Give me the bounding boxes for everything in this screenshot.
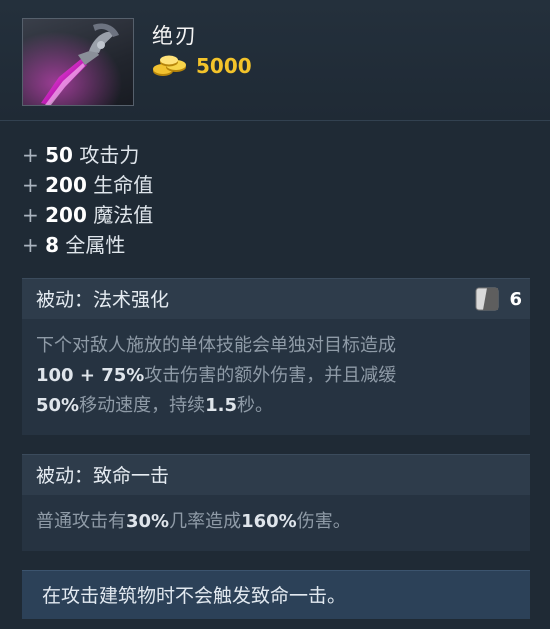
ability-spell-empower: 被动：法术强化 6 下个对敌人施放的单体技能会单独对目标造成 100 + 75%… (22, 278, 530, 435)
tooltip-header: 绝刃 5000 (0, 0, 550, 121)
cooldown: 6 (475, 286, 522, 312)
ability-description: 普通攻击有30%几率造成160%伤害。 (36, 511, 351, 532)
ability-header: 被动：致命一击 (22, 454, 530, 495)
blade-icon (22, 18, 134, 106)
item-name: 绝刃 (152, 24, 198, 48)
stat-mana: + 200 魔法值 (22, 203, 154, 227)
item-cost: 5000 (152, 52, 252, 80)
item-note: 在攻击建筑物时不会触发致命一击。 (22, 570, 530, 619)
cost-value: 5000 (196, 54, 252, 78)
stat-health: + 200 生命值 (22, 173, 154, 197)
cooldown-icon (475, 287, 499, 311)
stat-attack: + 50 攻击力 (22, 143, 140, 167)
gold-coins-icon (153, 55, 186, 76)
stat-list: + 50 攻击力 + 200 生命值 + 200 魔法值 + 8 全属性 (22, 140, 153, 260)
ability-header: 被动：法术强化 6 (22, 278, 530, 319)
item-tooltip: 绝刃 5000 + 50 攻击力 + 200 生命值 + 200 魔法值 + 8… (0, 0, 550, 629)
ability-title: 被动：法术强化 (36, 289, 170, 311)
cooldown-value: 6 (509, 288, 522, 310)
stat-all-attributes: + 8 全属性 (22, 233, 126, 257)
ability-description: 下个对敌人施放的单体技能会单独对目标造成 100 + 75%攻击伤害的额外伤害，… (36, 335, 397, 416)
note-text: 在攻击建筑物时不会触发致命一击。 (42, 585, 347, 607)
ability-critical-strike: 被动：致命一击 普通攻击有30%几率造成160%伤害。 (22, 454, 530, 551)
ability-title: 被动：致命一击 (36, 465, 170, 487)
